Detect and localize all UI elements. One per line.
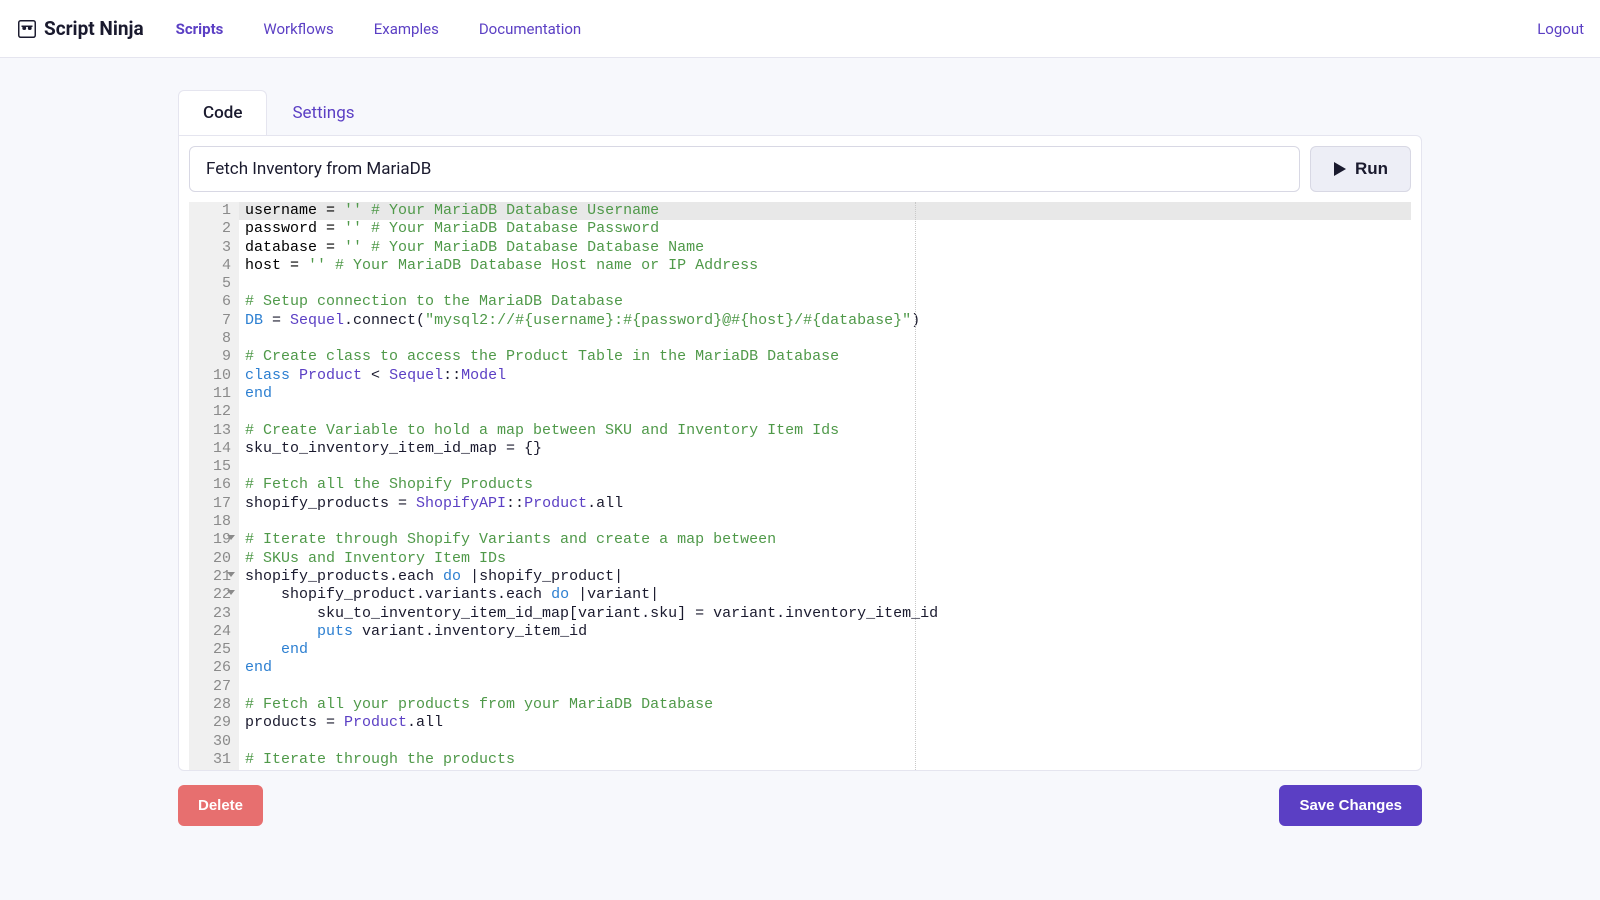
tab-settings[interactable]: Settings <box>267 90 379 135</box>
tab-code[interactable]: Code <box>178 90 267 135</box>
code-editor[interactable]: 1234567891011121314151617181920212223242… <box>189 202 1411 770</box>
main-container: Code Settings Run 1234567891011121314151… <box>170 90 1430 840</box>
brand-text: Script Ninja <box>44 17 144 40</box>
editor-panel: Run 123456789101112131415161718192021222… <box>178 135 1422 771</box>
nav-documentation[interactable]: Documentation <box>479 20 581 38</box>
nav-logout[interactable]: Logout <box>1537 20 1584 38</box>
nav-examples[interactable]: Examples <box>374 20 439 38</box>
play-icon <box>1333 162 1347 176</box>
tabs: Code Settings <box>178 90 1422 135</box>
save-changes-button[interactable]: Save Changes <box>1279 785 1422 826</box>
gutter: 1234567891011121314151617181920212223242… <box>189 202 239 770</box>
title-row: Run <box>189 146 1411 192</box>
code-area[interactable]: username = '' # Your MariaDB Database Us… <box>239 202 1411 770</box>
delete-button[interactable]: Delete <box>178 785 263 826</box>
action-row: Delete Save Changes <box>178 771 1422 840</box>
brand-logo[interactable]: Script Ninja <box>16 17 144 40</box>
ninja-icon <box>16 18 38 40</box>
nav-links: Scripts Workflows Examples Documentation <box>176 20 1538 38</box>
script-title-input[interactable] <box>189 146 1300 192</box>
run-button[interactable]: Run <box>1310 146 1411 192</box>
nav-scripts[interactable]: Scripts <box>176 20 224 38</box>
top-nav: Script Ninja Scripts Workflows Examples … <box>0 0 1600 58</box>
nav-workflows[interactable]: Workflows <box>263 20 333 38</box>
run-button-label: Run <box>1355 159 1388 179</box>
